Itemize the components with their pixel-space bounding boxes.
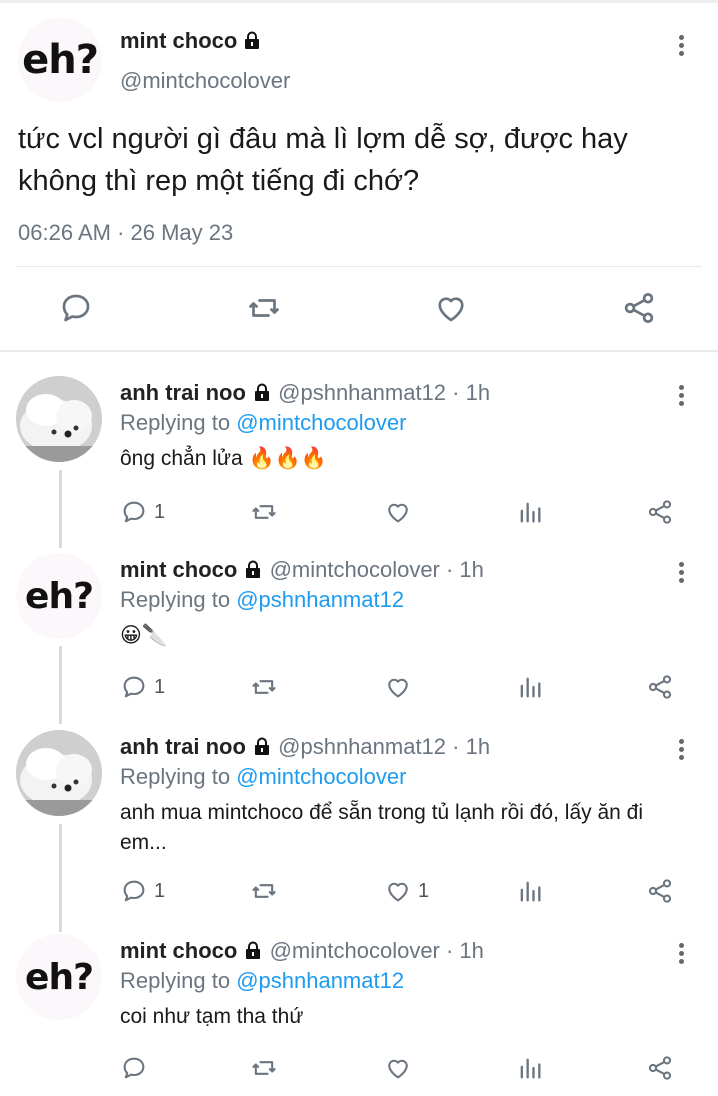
avatar[interactable]: eh? bbox=[16, 934, 102, 1020]
author-name[interactable]: anh trai noo bbox=[120, 380, 246, 405]
stats-icon[interactable] bbox=[516, 673, 544, 701]
retweet-icon[interactable] bbox=[250, 673, 278, 701]
main-tweet: eh? mint choco @mintchocolover tức vcl n… bbox=[0, 0, 718, 350]
replying-to: Replying to @pshnhanmat12 bbox=[120, 968, 405, 993]
like-icon[interactable] bbox=[384, 877, 412, 905]
retweet-icon[interactable] bbox=[250, 498, 278, 526]
more-options-icon[interactable] bbox=[676, 736, 686, 763]
reply-tweet[interactable]: eh? mint choco @mintchocolover · 1h Repl… bbox=[0, 934, 718, 1088]
replying-to-link[interactable]: @mintchocolover bbox=[236, 410, 406, 435]
lock-icon bbox=[252, 736, 272, 756]
author-name[interactable]: mint choco bbox=[120, 938, 237, 963]
share-icon[interactable] bbox=[646, 673, 674, 701]
author-handle[interactable]: @mintchocolover bbox=[120, 68, 290, 94]
avatar-text: eh? bbox=[25, 956, 94, 998]
dog-photo bbox=[16, 730, 102, 816]
lock-icon bbox=[243, 559, 263, 579]
author-name-row[interactable]: mint choco bbox=[120, 28, 262, 54]
replying-to: Replying to @mintchocolover bbox=[120, 410, 407, 435]
share-icon[interactable] bbox=[646, 877, 674, 905]
avatar[interactable] bbox=[16, 730, 102, 816]
author-handle[interactable]: @pshnhanmat12 · 1h bbox=[278, 380, 490, 405]
author-handle[interactable]: @mintchocolover · 1h bbox=[270, 557, 484, 582]
retweet-icon[interactable] bbox=[250, 1054, 278, 1082]
replying-to-link[interactable]: @pshnhanmat12 bbox=[236, 587, 404, 612]
replying-to-link[interactable]: @mintchocolover bbox=[236, 764, 406, 789]
avatar[interactable]: eh? bbox=[16, 553, 102, 639]
reply-action[interactable]: 1 bbox=[120, 877, 165, 905]
reply-icon[interactable] bbox=[120, 498, 148, 526]
reply-header: anh trai noo @pshnhanmat12 · 1h bbox=[120, 734, 490, 760]
more-options-icon[interactable] bbox=[676, 382, 686, 409]
like-icon[interactable] bbox=[433, 290, 469, 326]
reply-text: coi như tạm tha thứ bbox=[120, 1005, 304, 1028]
reply-icon[interactable] bbox=[120, 1054, 148, 1082]
retweet-icon[interactable] bbox=[246, 290, 282, 326]
more-options-icon[interactable] bbox=[676, 32, 686, 59]
lock-icon bbox=[252, 382, 272, 402]
retweet-icon[interactable] bbox=[250, 877, 278, 905]
reply-icon[interactable] bbox=[58, 290, 94, 326]
share-icon[interactable] bbox=[621, 290, 657, 326]
like-icon[interactable] bbox=[384, 1054, 412, 1082]
reply-header: anh trai noo @pshnhanmat12 · 1h bbox=[120, 380, 490, 406]
like-action[interactable] bbox=[384, 1054, 418, 1082]
reply-count: 1 bbox=[154, 879, 166, 902]
section-divider bbox=[0, 350, 718, 352]
avatar-text: eh? bbox=[22, 37, 99, 83]
reply-header: mint choco @mintchocolover · 1h bbox=[120, 557, 484, 583]
reply-tweet[interactable]: eh? mint choco @mintchocolover · 1h Repl… bbox=[0, 553, 718, 717]
replying-to: Replying to @mintchocolover bbox=[120, 764, 407, 789]
like-icon[interactable] bbox=[384, 673, 412, 701]
avatar-text: eh? bbox=[25, 575, 94, 617]
reply-action[interactable] bbox=[120, 1054, 154, 1082]
replying-to-link[interactable]: @pshnhanmat12 bbox=[236, 968, 404, 993]
like-action[interactable] bbox=[384, 673, 418, 701]
author-name: mint choco bbox=[120, 28, 238, 53]
reply-header: mint choco @mintchocolover · 1h bbox=[120, 938, 484, 964]
reply-tweet[interactable]: anh trai noo @pshnhanmat12 · 1h Replying… bbox=[0, 376, 718, 540]
reply-icon[interactable] bbox=[120, 673, 148, 701]
avatar[interactable] bbox=[16, 376, 102, 462]
dog-photo bbox=[16, 376, 102, 462]
reply-tweet[interactable]: anh trai noo @pshnhanmat12 · 1h Replying… bbox=[0, 730, 718, 914]
more-options-icon[interactable] bbox=[676, 559, 686, 586]
avatar[interactable]: eh? bbox=[18, 18, 102, 102]
tweet-text: tức vcl người gì đâu mà lì lợm dễ sợ, đư… bbox=[18, 123, 628, 197]
reply-text: 😀🔪 bbox=[120, 624, 169, 647]
stats-icon[interactable] bbox=[516, 1054, 544, 1082]
author-name[interactable]: mint choco bbox=[120, 557, 237, 582]
like-action[interactable]: 1 bbox=[384, 877, 429, 905]
divider bbox=[16, 266, 702, 267]
lock-icon bbox=[243, 940, 263, 960]
reply-text: anh mua mintchoco để sẵn trong tủ lạnh r… bbox=[120, 801, 643, 854]
stats-icon[interactable] bbox=[516, 498, 544, 526]
author-handle[interactable]: @mintchocolover · 1h bbox=[270, 938, 484, 963]
like-count: 1 bbox=[418, 879, 430, 902]
like-icon[interactable] bbox=[384, 498, 412, 526]
author-name[interactable]: anh trai noo bbox=[120, 734, 246, 759]
tweet-timestamp: 06:26 AM · 26 May 23 bbox=[18, 220, 234, 245]
reply-text: ông chẳn lửa 🔥🔥🔥 bbox=[120, 447, 327, 470]
share-icon[interactable] bbox=[646, 498, 674, 526]
reply-action[interactable]: 1 bbox=[120, 498, 165, 526]
more-options-icon[interactable] bbox=[676, 940, 686, 967]
reply-icon[interactable] bbox=[120, 877, 148, 905]
stats-icon[interactable] bbox=[516, 877, 544, 905]
replying-to: Replying to @pshnhanmat12 bbox=[120, 587, 405, 612]
lock-icon bbox=[242, 30, 262, 50]
like-action[interactable] bbox=[384, 498, 418, 526]
reply-count: 1 bbox=[154, 500, 166, 523]
reply-count: 1 bbox=[154, 675, 166, 698]
author-handle[interactable]: @pshnhanmat12 · 1h bbox=[278, 734, 490, 759]
reply-action[interactable]: 1 bbox=[120, 673, 165, 701]
share-icon[interactable] bbox=[646, 1054, 674, 1082]
